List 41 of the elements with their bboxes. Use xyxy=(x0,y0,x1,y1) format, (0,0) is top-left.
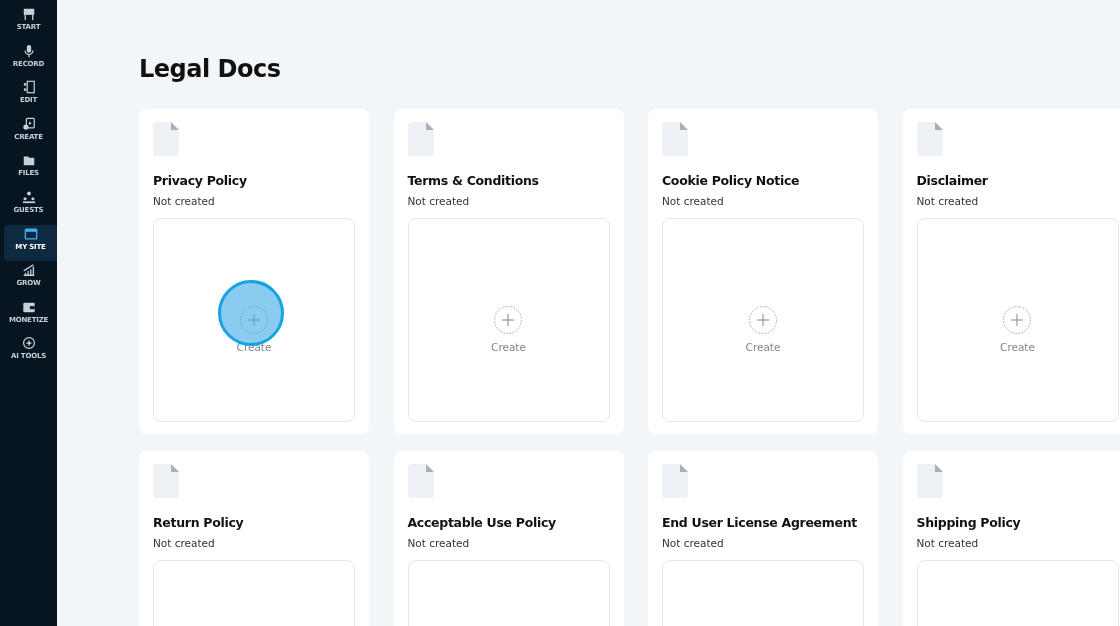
create-label: Create xyxy=(491,341,526,353)
browser-icon xyxy=(23,226,38,241)
document-icon xyxy=(916,464,943,498)
document-title: Cookie Policy Notice xyxy=(662,173,801,188)
create-label: Create xyxy=(745,341,781,353)
add-icon xyxy=(239,305,269,335)
document-status: Not created xyxy=(153,537,216,549)
document-title: Return Policy xyxy=(153,515,245,530)
document-status: Not created xyxy=(916,537,980,549)
document-title: Acceptable Use Policy xyxy=(407,515,557,530)
document-icon xyxy=(662,464,688,498)
sign-icon xyxy=(21,7,36,21)
document-status: Not created xyxy=(153,195,216,207)
document-icon xyxy=(916,122,943,156)
document-title: Terms & Conditions xyxy=(407,173,540,188)
create-area[interactable]: Create xyxy=(662,218,864,422)
document-icon xyxy=(153,122,179,156)
add-icon xyxy=(493,305,524,335)
bar-chart-icon xyxy=(21,263,36,278)
document-title: Disclaimer xyxy=(916,173,989,188)
document-icon xyxy=(407,122,434,156)
document-status: Not created xyxy=(662,537,725,549)
create-area[interactable]: Create xyxy=(407,218,610,422)
play-file-icon xyxy=(21,116,36,131)
document-title: Shipping Policy xyxy=(916,515,1022,530)
add-icon xyxy=(748,305,778,335)
document-status: Not created xyxy=(407,195,471,207)
document-icon xyxy=(153,464,179,498)
create-area[interactable]: Create xyxy=(916,218,1119,422)
document-icon xyxy=(662,122,688,156)
sparkle-icon xyxy=(21,336,36,351)
document-status: Not created xyxy=(662,195,725,207)
document-status: Not created xyxy=(407,537,471,549)
create-label: Create xyxy=(1000,341,1035,353)
add-icon xyxy=(1002,305,1033,335)
document-title: End User License Agreement xyxy=(662,515,858,530)
document-icon xyxy=(407,464,434,498)
document-title: Privacy Policy xyxy=(153,173,248,188)
page-title: Legal Docs xyxy=(139,55,282,83)
document-status: Not created xyxy=(916,195,980,207)
people-icon xyxy=(21,189,36,204)
